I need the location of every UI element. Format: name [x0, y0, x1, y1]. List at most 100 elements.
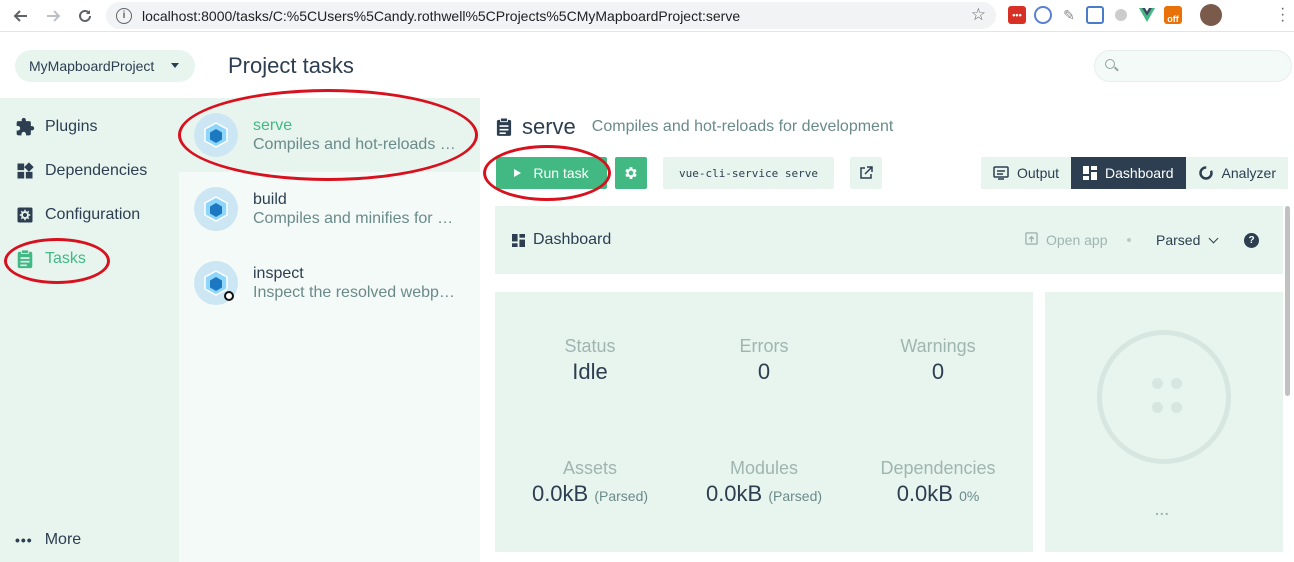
placeholder-dot — [1152, 402, 1163, 413]
magnifier-icon — [224, 291, 234, 301]
task-detail-description: Compiles and hot-reloads for development — [591, 118, 894, 135]
stat-assets: Assets 0.0kB (Parsed) — [510, 458, 670, 507]
project-name: MyMapboardProject — [29, 58, 155, 74]
sidebar-item-label: Tasks — [45, 250, 86, 267]
sidebar-item-dependencies[interactable]: Dependencies — [0, 151, 179, 191]
page-title: Project tasks — [228, 53, 354, 78]
project-selector[interactable]: MyMapboardProject — [15, 50, 195, 82]
sidebar-more[interactable]: ••• More — [15, 531, 81, 549]
task-detail: serve Compiles and hot-reloads for devel… — [480, 98, 1294, 562]
clipboard-icon — [496, 117, 512, 136]
tab-analyzer[interactable]: Analyzer — [1185, 157, 1288, 189]
task-name: build — [253, 191, 287, 208]
settings-icon — [15, 205, 35, 225]
build-stats-card: Status Idle Errors 0 Warnings 0 Assets 0… — [495, 292, 1033, 552]
back-icon[interactable] — [6, 1, 36, 31]
extension-blue-circle-icon[interactable] — [1034, 6, 1052, 24]
sidebar-item-label: Plugins — [45, 118, 98, 135]
help-icon[interactable]: ? — [1244, 233, 1259, 248]
size-mode-value: Parsed — [1156, 232, 1201, 248]
search-box[interactable] — [1094, 50, 1292, 82]
extension-feather-icon[interactable]: ✎ — [1060, 6, 1078, 24]
sidebar-item-plugins[interactable]: Plugins — [0, 107, 179, 147]
webpack-cube-icon — [194, 113, 238, 157]
webpack-cube-icon — [194, 187, 238, 231]
scrollbar[interactable] — [1285, 206, 1290, 396]
bookmark-star-icon[interactable]: ☆ — [971, 5, 986, 25]
play-icon — [514, 169, 522, 177]
tab-output-label: Output — [1017, 165, 1060, 181]
run-task-button[interactable]: Run task — [496, 157, 607, 189]
size-mode-select[interactable]: Parsed — [1156, 232, 1219, 248]
donut-chart-icon — [1198, 165, 1214, 181]
dashboard-heading: Dashboard — [512, 231, 611, 249]
task-description: Inspect the resolved webpack config — [253, 284, 458, 301]
sidebar: Plugins Dependencies Configuration Tasks… — [0, 98, 179, 562]
address-bar[interactable]: i localhost:8000/tasks/C:%5CUsers%5Candy… — [106, 2, 996, 29]
stat-errors: Errors 0 — [694, 336, 834, 385]
empty-placeholder-icon — [1097, 330, 1231, 464]
placeholder-dot — [1152, 378, 1163, 389]
task-title: serve Compiles and hot-reloads for devel… — [496, 114, 893, 140]
separator-dot — [1127, 238, 1131, 242]
task-settings-button[interactable] — [615, 157, 647, 189]
extension-blue-square-icon[interactable] — [1086, 6, 1104, 24]
dashboard-icon — [1083, 166, 1098, 180]
stat-label: Modules — [729, 458, 799, 478]
search-icon — [1105, 59, 1115, 69]
stat-modules: Modules 0.0kB (Parsed) — [684, 458, 844, 507]
open-app-button[interactable]: Open app — [1025, 232, 1108, 248]
task-name: serve — [253, 117, 293, 134]
reload-icon[interactable] — [70, 1, 100, 31]
sidebar-item-tasks[interactable]: Tasks — [0, 239, 179, 279]
task-item-serve[interactable]: serve Compiles and hot-reloads for devel… — [179, 98, 480, 172]
task-item-build[interactable]: build Compiles and minifies for producti… — [179, 172, 480, 246]
forward-icon[interactable] — [38, 1, 68, 31]
widgets-icon — [15, 161, 35, 181]
webpack-inspect-icon — [194, 261, 238, 305]
task-item-inspect[interactable]: inspect Inspect the resolved webpack con… — [179, 246, 480, 320]
app-header: MyMapboardProject Project tasks — [0, 33, 1294, 98]
puzzle-icon — [15, 117, 35, 137]
dashboard-title: Dashboard — [533, 231, 612, 248]
open-app-label: Open app — [1046, 232, 1108, 248]
tab-analyzer-label: Analyzer — [1221, 165, 1276, 181]
extension-red-icon[interactable]: ••• — [1008, 6, 1026, 24]
view-tabs: Output Dashboard Analyzer — [981, 157, 1288, 189]
sidebar-item-configuration[interactable]: Configuration — [0, 195, 179, 235]
profile-avatar[interactable] — [1200, 4, 1222, 26]
stat-label: Status — [564, 336, 616, 356]
tab-dashboard-label: Dashboard — [1105, 165, 1174, 181]
task-list: serve Compiles and hot-reloads for devel… — [179, 98, 480, 562]
sidebar-item-label: Dependencies — [45, 162, 148, 179]
task-detail-name: serve — [522, 114, 576, 139]
task-description: Compiles and minifies for production — [253, 210, 458, 227]
stat-value: 0.0kB — [531, 481, 589, 506]
search-input[interactable] — [1123, 57, 1283, 77]
stat-label: Assets — [562, 458, 618, 478]
tab-output[interactable]: Output — [981, 157, 1072, 189]
chevron-down-icon — [1208, 233, 1219, 243]
run-task-label: Run task — [533, 165, 589, 181]
extension-vue-icon[interactable] — [1138, 6, 1156, 24]
extension-gray-icon[interactable] — [1115, 9, 1127, 21]
more-label: More — [44, 531, 82, 548]
stat-dependencies: Dependencies 0.0kB 0% — [858, 458, 1018, 507]
stat-status: Status Idle — [520, 336, 660, 385]
task-description: Compiles and hot-reloads for development — [253, 136, 458, 153]
tab-dashboard[interactable]: Dashboard — [1071, 157, 1186, 189]
open-external-button[interactable] — [850, 157, 882, 189]
extension-icons: ••• ✎ off — [1008, 4, 1222, 26]
task-command: vue-cli-service serve — [663, 157, 834, 189]
stat-note: (Parsed) — [768, 488, 823, 504]
stat-label: Dependencies — [880, 458, 996, 478]
url-text: localhost:8000/tasks/C:%5CUsers%5Candy.r… — [142, 7, 741, 24]
extension-off-icon[interactable]: off — [1164, 6, 1182, 24]
placeholder-dot — [1171, 402, 1182, 413]
stat-warnings: Warnings 0 — [868, 336, 1008, 385]
dashboard-icon — [512, 233, 525, 247]
task-name: inspect — [253, 265, 304, 282]
site-info-icon[interactable]: i — [116, 7, 132, 24]
browser-toolbar: i localhost:8000/tasks/C:%5CUsers%5Candy… — [0, 0, 1294, 32]
browser-menu-icon[interactable]: · · · — [1280, 1, 1286, 29]
